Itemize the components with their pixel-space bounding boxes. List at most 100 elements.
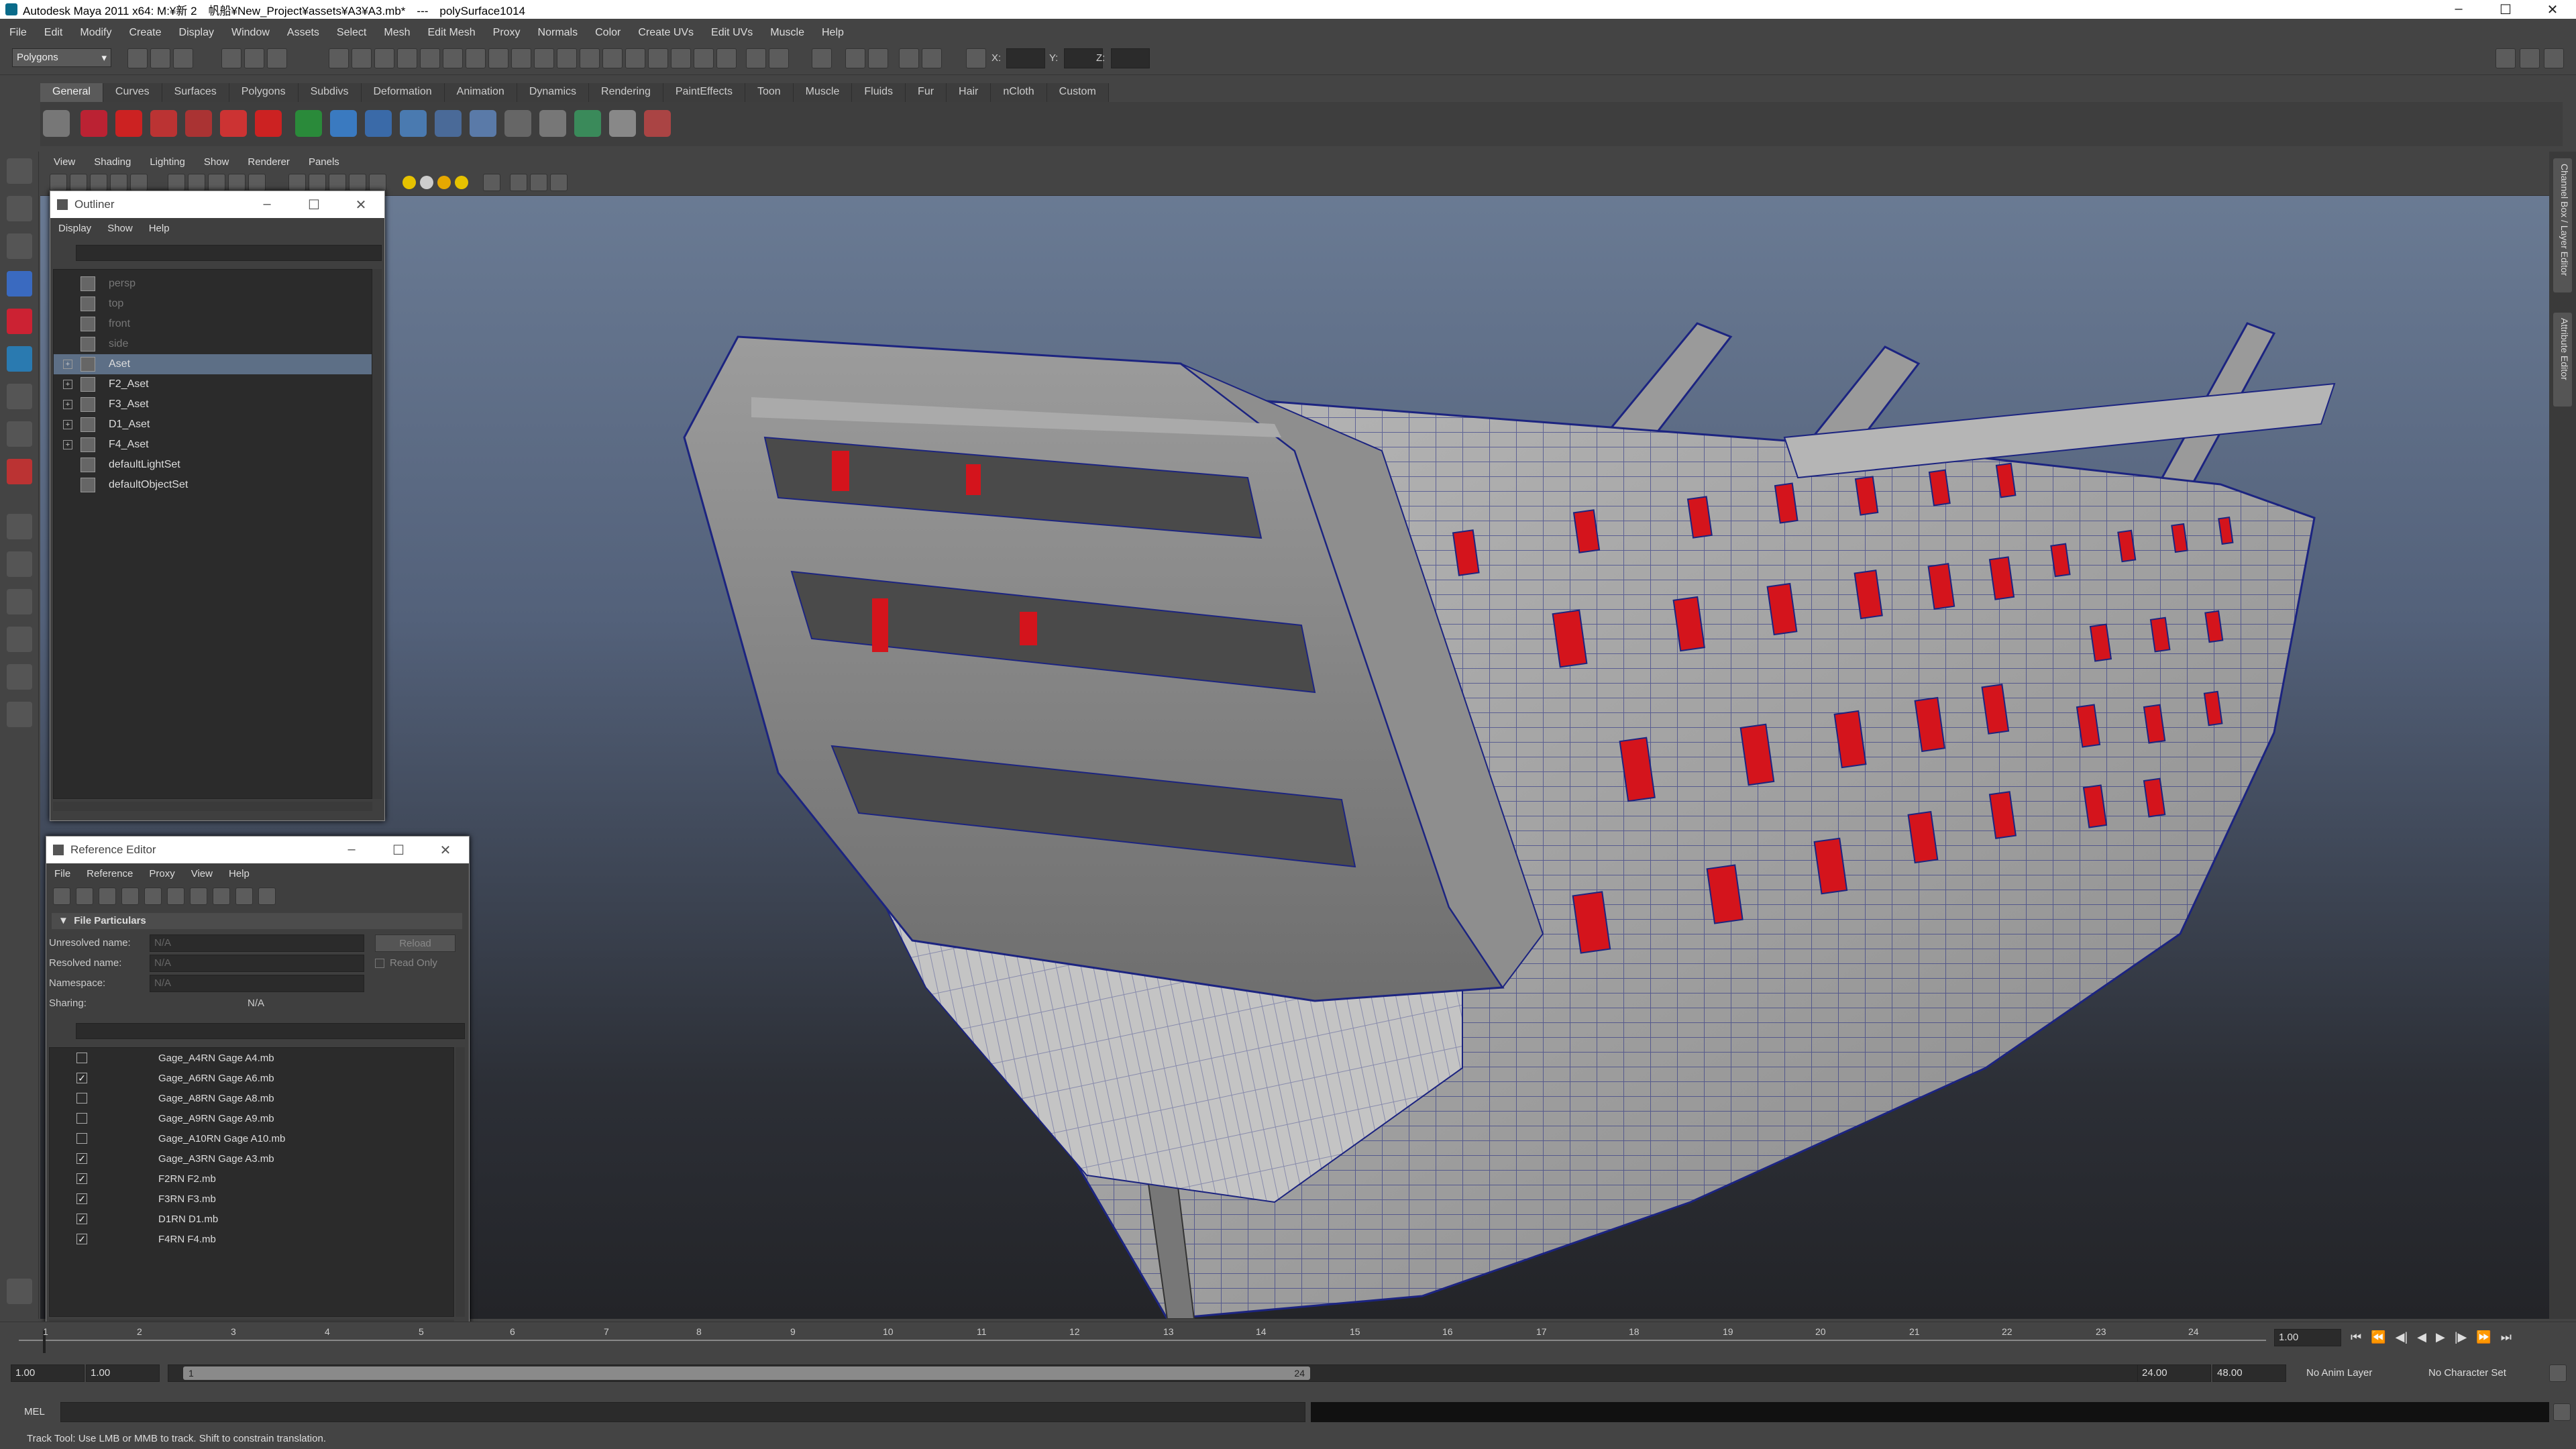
shelf-tab-muscle[interactable]: Muscle bbox=[793, 83, 853, 102]
render-view-icon[interactable] bbox=[511, 48, 531, 68]
show-hide-tool-settings-icon[interactable] bbox=[2520, 48, 2540, 68]
sym-icon[interactable] bbox=[694, 48, 714, 68]
start-time-field[interactable]: 1.00 bbox=[11, 1364, 85, 1382]
step-back-key-icon[interactable]: ⏪ bbox=[2371, 1330, 2385, 1344]
outliner-item-camera[interactable]: front bbox=[54, 314, 372, 334]
step-forward-frame-icon[interactable]: |▶ bbox=[2455, 1330, 2467, 1344]
absolute-transform-icon[interactable] bbox=[966, 48, 986, 68]
selection-highlight-icon[interactable] bbox=[671, 48, 691, 68]
four-view-layout-icon[interactable] bbox=[7, 551, 32, 577]
close-button[interactable]: ✕ bbox=[2529, 1, 2576, 18]
shelf-tab-ncloth[interactable]: nCloth bbox=[991, 83, 1047, 102]
output-ops-icon[interactable] bbox=[466, 48, 486, 68]
selected-lights-icon[interactable] bbox=[437, 176, 451, 189]
camera-select-icon[interactable] bbox=[50, 174, 67, 191]
reference-menu-reference[interactable]: Reference bbox=[87, 868, 133, 879]
open-scene-icon[interactable] bbox=[150, 48, 170, 68]
z-input[interactable] bbox=[1111, 48, 1150, 68]
help-icon[interactable] bbox=[80, 110, 107, 137]
play-backward-icon[interactable]: ◀ bbox=[2417, 1330, 2426, 1344]
reference-editor-minimize-button[interactable]: – bbox=[328, 842, 375, 859]
reference-checkbox[interactable]: ✓ bbox=[76, 1173, 87, 1184]
go-to-end-icon[interactable]: ⏭ bbox=[2501, 1330, 2512, 1344]
go-to-start-icon[interactable]: ⏮ bbox=[2351, 1330, 2361, 1344]
outliner-item-node[interactable]: + D1_Aset bbox=[54, 415, 372, 435]
outliner-item-camera[interactable]: persp bbox=[54, 274, 372, 294]
time-slider[interactable]: 1 2 3 4 5 6 7 8 9 10 11 12 13 14 15 16 1… bbox=[0, 1322, 2576, 1355]
wireframe-icon[interactable] bbox=[288, 174, 306, 191]
unload-reference-icon[interactable] bbox=[99, 888, 116, 905]
all-lights-icon[interactable] bbox=[420, 176, 433, 189]
move-tool-icon[interactable] bbox=[7, 271, 32, 297]
show-hide-channel-box-icon[interactable] bbox=[2544, 48, 2564, 68]
select-object-icon[interactable] bbox=[244, 48, 264, 68]
shelf-tab-fluids[interactable]: Fluids bbox=[852, 83, 906, 102]
shelf-tool-icon[interactable] bbox=[539, 110, 566, 137]
undo-icon[interactable] bbox=[716, 48, 737, 68]
viewport-menu-lighting[interactable]: Lighting bbox=[150, 156, 185, 168]
new-scene-icon[interactable] bbox=[127, 48, 148, 68]
x-input[interactable] bbox=[1006, 48, 1045, 68]
remove-reference-icon[interactable] bbox=[121, 888, 139, 905]
outliner-list[interactable]: persp top front side + Aset + F2_Aset + F3_… bbox=[53, 269, 372, 799]
quick-render-icon[interactable] bbox=[746, 48, 766, 68]
panel-menu-icon[interactable] bbox=[7, 1279, 32, 1304]
rendering-icon[interactable] bbox=[812, 48, 832, 68]
outliner-item-set[interactable]: defaultObjectSet bbox=[54, 475, 372, 495]
reference-checkbox[interactable]: ✓ bbox=[76, 1193, 87, 1204]
command-input[interactable] bbox=[60, 1402, 1305, 1422]
reference-file-list[interactable]: Gage_A4RN Gage A4.mb ✓ Gage_A6RN Gage A6.… bbox=[49, 1047, 454, 1317]
save-scene-icon[interactable] bbox=[173, 48, 193, 68]
shelf-tab-deformation[interactable]: Deformation bbox=[361, 83, 445, 102]
menu-color[interactable]: Color bbox=[595, 27, 621, 39]
lasso-tool-icon[interactable] bbox=[7, 196, 32, 221]
rotate-tool-icon[interactable] bbox=[7, 309, 32, 334]
outliner-maximize-button[interactable]: ☐ bbox=[290, 197, 337, 213]
reference-checkbox[interactable]: ✓ bbox=[76, 1234, 87, 1244]
expand-icon[interactable]: + bbox=[63, 380, 72, 389]
menu-modify[interactable]: Modify bbox=[80, 27, 111, 39]
shelf-tool-icon[interactable] bbox=[115, 110, 142, 137]
shelf-tab-hair[interactable]: Hair bbox=[947, 83, 991, 102]
make-live-icon[interactable] bbox=[420, 48, 440, 68]
select-tool-icon[interactable] bbox=[7, 158, 32, 184]
wireframe-on-shaded-icon[interactable] bbox=[329, 174, 346, 191]
tree-view-icon[interactable] bbox=[213, 888, 230, 905]
reference-checkbox[interactable] bbox=[76, 1093, 87, 1104]
current-time-field[interactable]: 1.00 bbox=[2274, 1329, 2341, 1346]
reference-menu-file[interactable]: File bbox=[54, 868, 70, 879]
outliner-scrollbar[interactable] bbox=[372, 269, 382, 799]
persp-outliner-layout-icon[interactable] bbox=[7, 589, 32, 614]
viewport-menu-shading[interactable]: Shading bbox=[94, 156, 131, 168]
menu-edit[interactable]: Edit bbox=[44, 27, 63, 39]
default-light-icon[interactable] bbox=[402, 176, 416, 189]
shelf-tool-icon[interactable] bbox=[435, 110, 462, 137]
shelf-tab-custom[interactable]: Custom bbox=[1046, 83, 1109, 102]
minimize-button[interactable]: – bbox=[2435, 1, 2482, 18]
grid-toggle-icon[interactable] bbox=[130, 174, 148, 191]
flat-light-icon[interactable] bbox=[455, 176, 468, 189]
channel-box-tab[interactable]: Channel Box / Layer Editor bbox=[2553, 158, 2572, 292]
shelf-tab-subdivs[interactable]: Subdivs bbox=[298, 83, 362, 102]
resolution-gate-icon[interactable] bbox=[188, 174, 205, 191]
step-back-frame-icon[interactable]: ◀| bbox=[2396, 1330, 2408, 1344]
expand-icon[interactable]: + bbox=[63, 400, 72, 409]
reference-file-row[interactable]: ✓ F4RN F4.mb bbox=[50, 1229, 453, 1249]
attribute-editor-tab[interactable]: Attribute Editor bbox=[2553, 313, 2572, 407]
import-reference-icon[interactable] bbox=[144, 888, 162, 905]
step-forward-key-icon[interactable]: ⏩ bbox=[2476, 1330, 2491, 1344]
load-reference-icon[interactable] bbox=[76, 888, 93, 905]
shelf-tab-fur[interactable]: Fur bbox=[906, 83, 947, 102]
outliner-item-node[interactable]: + F4_Aset bbox=[54, 435, 372, 455]
xray-icon[interactable] bbox=[510, 174, 527, 191]
select-component-icon[interactable] bbox=[267, 48, 287, 68]
menu-muscle[interactable]: Muscle bbox=[770, 27, 804, 39]
reference-file-row[interactable]: Gage_A4RN Gage A4.mb bbox=[50, 1048, 453, 1068]
single-perspective-layout-icon[interactable] bbox=[7, 514, 32, 539]
menu-assets[interactable]: Assets bbox=[287, 27, 319, 39]
shelf-tool-icon[interactable] bbox=[365, 110, 392, 137]
menu-display[interactable]: Display bbox=[179, 27, 214, 39]
outliner-item-camera[interactable]: top bbox=[54, 294, 372, 314]
maximize-button[interactable]: ☐ bbox=[2482, 1, 2529, 18]
menu-normals[interactable]: Normals bbox=[538, 27, 578, 39]
